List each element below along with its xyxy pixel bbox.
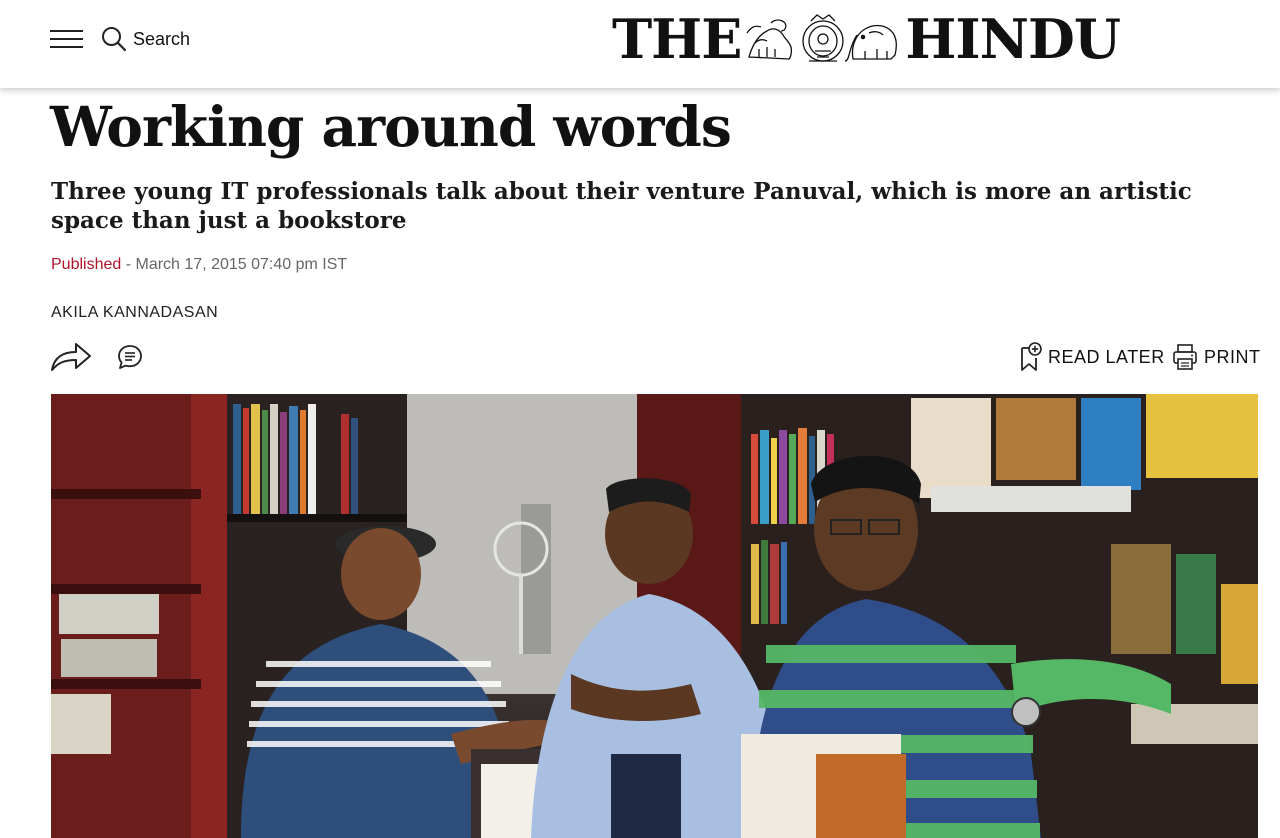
- published-label: Published: [51, 256, 122, 273]
- read-later-label: READ LATER: [1048, 346, 1165, 367]
- read-later-button[interactable]: READ LATER: [1020, 342, 1165, 372]
- comment-bubble-icon[interactable]: [116, 343, 144, 371]
- published-date: March 17, 2015 07:40 pm IST: [135, 256, 348, 273]
- hero-photo: [51, 394, 1258, 838]
- article-subheadline: Three young IT professionals talk about …: [51, 178, 1192, 234]
- print-button[interactable]: PRINT: [1172, 342, 1261, 372]
- search-button[interactable]: Search: [101, 25, 190, 53]
- bookmark-plus-icon: [1021, 342, 1042, 371]
- print-label: PRINT: [1204, 346, 1261, 367]
- site-header: Search THE HINDU: [0, 0, 1280, 88]
- author-byline[interactable]: AKILA KANNADASAN: [51, 304, 218, 322]
- search-label: Search: [133, 28, 191, 49]
- logo-text-right: HINDU: [905, 7, 1121, 71]
- printer-icon: [1173, 344, 1197, 370]
- search-icon: [102, 27, 127, 52]
- published-separator: -: [121, 256, 136, 273]
- hamburger-menu-icon[interactable]: [50, 27, 84, 51]
- article-headline: Working around words: [50, 94, 732, 159]
- logo-text-left: THE: [612, 7, 742, 71]
- logo-emblem-icon: [746, 14, 898, 62]
- menu-line: [50, 38, 83, 40]
- article-hero-image[interactable]: [51, 394, 1258, 838]
- menu-line: [50, 30, 83, 32]
- published-meta: Published - March 17, 2015 07:40 pm IST: [51, 256, 347, 274]
- site-logo[interactable]: THE HINDU: [612, 7, 1121, 71]
- share-arrow-icon[interactable]: [50, 340, 92, 372]
- menu-line: [50, 46, 83, 48]
